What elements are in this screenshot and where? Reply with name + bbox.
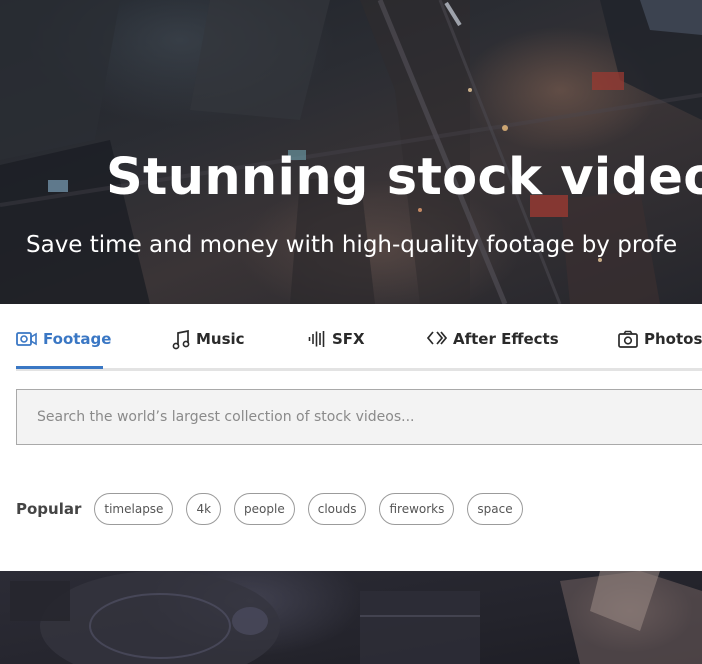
category-tabs: Footage Music SFX After Effects Photos — [16, 304, 702, 371]
preview-image-strip — [0, 571, 702, 664]
tag-chip-space[interactable]: space — [467, 493, 523, 525]
search-box — [16, 389, 702, 445]
tab-music[interactable]: Music — [172, 330, 245, 368]
tab-label: Music — [196, 330, 245, 348]
tag-chip-fireworks[interactable]: fireworks — [379, 493, 455, 525]
tab-photos[interactable]: Photos — [618, 330, 702, 368]
after-effects-icon — [427, 331, 447, 345]
tab-label: After Effects — [453, 330, 559, 348]
hero-title: Stunning stock video, c — [106, 148, 702, 207]
music-note-icon — [172, 330, 190, 350]
popular-label: Popular — [16, 500, 82, 518]
video-camera-icon — [16, 332, 37, 346]
tab-sfx[interactable]: SFX — [308, 330, 365, 368]
search-panel: Footage Music SFX After Effects Photos S… — [0, 304, 702, 571]
tab-label: Footage — [43, 330, 112, 348]
aerial-rooftops-image — [10, 571, 702, 664]
tag-chip-people[interactable]: people — [234, 493, 295, 525]
popular-tags: Popular timelapse 4k people clouds firew… — [16, 492, 536, 526]
tag-chip-4k[interactable]: 4k — [186, 493, 222, 525]
waveform-icon — [308, 331, 325, 347]
tab-label: SFX — [332, 330, 365, 348]
tag-chip-clouds[interactable]: clouds — [307, 493, 367, 525]
hero-banner: Stunning stock video, c Save time and mo… — [0, 0, 702, 304]
hero-subtitle: Save time and money with high-quality fo… — [26, 232, 678, 258]
search-input[interactable] — [17, 390, 702, 444]
tab-after-effects[interactable]: After Effects — [427, 330, 559, 368]
tab-footage[interactable]: Footage — [16, 330, 111, 369]
tab-label: Photos — [644, 330, 702, 348]
tag-chip-timelapse[interactable]: timelapse — [94, 493, 174, 525]
camera-icon — [618, 330, 638, 348]
